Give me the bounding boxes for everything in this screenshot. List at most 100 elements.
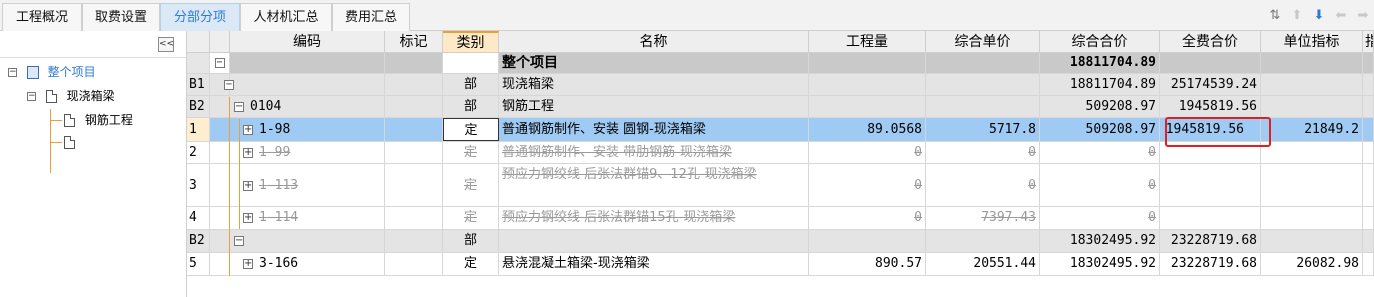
unit-price-cell[interactable]: 5717.8 xyxy=(926,118,1040,141)
unit-price-cell[interactable]: 20551.44 xyxy=(926,253,1040,275)
header-type[interactable]: 类别 xyxy=(443,31,499,53)
name-cell[interactable] xyxy=(499,230,809,252)
unit-index-cell[interactable] xyxy=(1261,207,1363,229)
tree-node-rebar[interactable]: 钢筋工程 xyxy=(64,110,133,130)
unit-index-cell[interactable]: 26082.98 xyxy=(1261,253,1363,275)
name-cell[interactable]: 钢筋工程 xyxy=(499,96,809,117)
header-code[interactable]: 编码 xyxy=(230,31,385,53)
unit-price-cell[interactable]: 0 xyxy=(926,164,1040,206)
unit-index-cell[interactable]: 21849.2 xyxy=(1261,118,1363,141)
full-total-cell[interactable] xyxy=(1160,53,1261,73)
mark-cell[interactable] xyxy=(385,53,443,73)
tree-toggle[interactable]: − xyxy=(8,68,17,77)
header-full-total[interactable]: 全费合价 xyxy=(1160,31,1261,53)
mark-cell[interactable] xyxy=(385,118,443,141)
type-cell[interactable]: 部 xyxy=(443,96,499,117)
tab-cost-summary[interactable]: 费用汇总 xyxy=(332,3,410,31)
type-cell[interactable]: 定 xyxy=(443,118,499,141)
quantity-cell[interactable]: 0 xyxy=(809,164,926,206)
total-cell[interactable]: 509208.97 xyxy=(1040,96,1160,117)
expand-toggle[interactable]: + xyxy=(243,258,253,269)
table-row[interactable]: B2 −0104 部 钢筋工程 509208.97 1945819.56 xyxy=(187,96,1374,118)
mark-cell[interactable] xyxy=(385,74,443,95)
name-cell[interactable]: 普通钢筋制作、安装 带肋钢筋-现浇箱梁 xyxy=(499,142,809,163)
table-row[interactable]: 4 +1-114 定 预应力钢绞线 后张法群锚15孔-现浇箱梁 0 7397.4… xyxy=(187,207,1374,230)
name-cell[interactable]: 普通钢筋制作、安装 圆钢-现浇箱梁 xyxy=(499,118,809,141)
type-cell[interactable]: 部 xyxy=(443,74,499,95)
unit-price-cell[interactable] xyxy=(926,74,1040,95)
quantity-cell[interactable] xyxy=(809,230,926,252)
unit-price-cell[interactable] xyxy=(926,230,1040,252)
code-cell[interactable] xyxy=(230,53,385,73)
type-cell[interactable] xyxy=(443,53,499,73)
arrow-right-icon[interactable]: ➡ xyxy=(1352,4,1374,26)
header-total[interactable]: 综合合价 xyxy=(1040,31,1160,53)
expand-toggle[interactable]: + xyxy=(243,147,253,158)
collapse-toggle[interactable]: − xyxy=(234,101,244,112)
mark-cell[interactable] xyxy=(385,96,443,117)
code-cell[interactable]: +1-113 xyxy=(230,164,385,206)
full-total-cell[interactable]: 1945819.56 xyxy=(1160,96,1261,117)
full-total-cell[interactable]: 25174539.24 xyxy=(1160,74,1261,95)
arrow-left-icon[interactable]: ⬅ xyxy=(1330,4,1352,26)
table-row[interactable]: 3 +1-113 定 预应力钢绞线 后张法群锚9、12孔-现浇箱梁 0 0 0 xyxy=(187,164,1374,207)
table-row[interactable]: − 整个项目 18811704.89 xyxy=(187,53,1374,74)
unit-price-cell[interactable]: 0 xyxy=(926,142,1040,163)
unit-index-cell[interactable] xyxy=(1261,53,1363,73)
header-mark[interactable]: 标记 xyxy=(385,31,443,53)
code-cell[interactable]: − xyxy=(230,230,385,252)
total-cell[interactable]: 18811704.89 xyxy=(1040,53,1160,73)
collapse-toggle[interactable]: − xyxy=(214,57,225,68)
collapse-toggle[interactable]: − xyxy=(234,235,244,246)
code-cell[interactable]: +1-98 xyxy=(230,118,385,141)
header-name[interactable]: 名称 xyxy=(499,31,809,53)
type-cell[interactable]: 定 xyxy=(443,142,499,163)
arrow-up-icon[interactable]: ⬆ xyxy=(1286,4,1308,26)
total-cell[interactable]: 509208.97 xyxy=(1040,118,1160,141)
quantity-cell[interactable]: 0 xyxy=(809,142,926,163)
unit-index-cell[interactable] xyxy=(1261,74,1363,95)
full-total-cell[interactable] xyxy=(1160,164,1261,206)
quantity-cell[interactable] xyxy=(809,96,926,117)
total-cell[interactable]: 0 xyxy=(1040,164,1160,206)
total-cell[interactable]: 0 xyxy=(1040,207,1160,229)
type-cell[interactable]: 定 xyxy=(443,207,499,229)
unit-price-cell[interactable] xyxy=(926,96,1040,117)
code-cell[interactable] xyxy=(230,74,385,95)
total-cell[interactable]: 18302495.92 xyxy=(1040,253,1160,275)
type-cell[interactable]: 定 xyxy=(443,164,499,206)
header-more[interactable]: 指 xyxy=(1363,31,1374,53)
row-toggle-cell[interactable]: − xyxy=(210,53,230,73)
sort-icon[interactable]: ⇅ xyxy=(1264,4,1286,26)
tree-toggle[interactable]: − xyxy=(27,92,36,101)
tab-labor-material-summary[interactable]: 人材机汇总 xyxy=(240,3,332,31)
code-cell[interactable]: −0104 xyxy=(230,96,385,117)
header-unit-index[interactable]: 单位指标 xyxy=(1261,31,1363,53)
quantity-cell[interactable] xyxy=(809,53,926,73)
header-unit-price[interactable]: 综合单价 xyxy=(926,31,1040,53)
tree-node-cast-box-girder[interactable]: − 现浇箱梁 xyxy=(27,86,115,106)
type-cell[interactable]: 部 xyxy=(443,230,499,252)
code-cell[interactable]: +1-114 xyxy=(230,207,385,229)
expand-toggle[interactable]: + xyxy=(243,124,253,135)
collapse-tree-button[interactable]: << xyxy=(158,37,174,52)
unit-index-cell[interactable] xyxy=(1261,96,1363,117)
tab-subdivision[interactable]: 分部分项 xyxy=(160,3,240,31)
table-row[interactable]: B1 − 部 现浇箱梁 18811704.89 25174539.24 xyxy=(187,74,1374,96)
tree-node-empty[interactable] xyxy=(64,132,81,152)
quantity-cell[interactable] xyxy=(809,74,926,95)
expand-toggle[interactable]: + xyxy=(243,180,253,191)
arrow-down-icon[interactable]: ⬇ xyxy=(1308,4,1330,26)
expand-toggle[interactable]: + xyxy=(243,212,253,223)
name-cell[interactable]: 现浇箱梁 xyxy=(499,74,809,95)
name-cell[interactable]: 悬浇混凝土箱梁-现浇箱梁 xyxy=(499,253,809,275)
name-cell[interactable]: 预应力钢绞线 后张法群锚15孔-现浇箱梁 xyxy=(499,207,809,229)
name-cell[interactable]: 预应力钢绞线 后张法群锚9、12孔-现浇箱梁 xyxy=(499,164,809,206)
row-toggle-cell[interactable]: − xyxy=(210,74,234,95)
mark-cell[interactable] xyxy=(385,253,443,275)
code-cell[interactable]: +1-99 xyxy=(230,142,385,163)
tab-fee-settings[interactable]: 取费设置 xyxy=(82,3,160,31)
unit-price-cell[interactable]: 7397.43 xyxy=(926,207,1040,229)
table-row[interactable]: 5 +3-166 定 悬浇混凝土箱梁-现浇箱梁 890.57 20551.44 … xyxy=(187,253,1374,276)
mark-cell[interactable] xyxy=(385,142,443,163)
